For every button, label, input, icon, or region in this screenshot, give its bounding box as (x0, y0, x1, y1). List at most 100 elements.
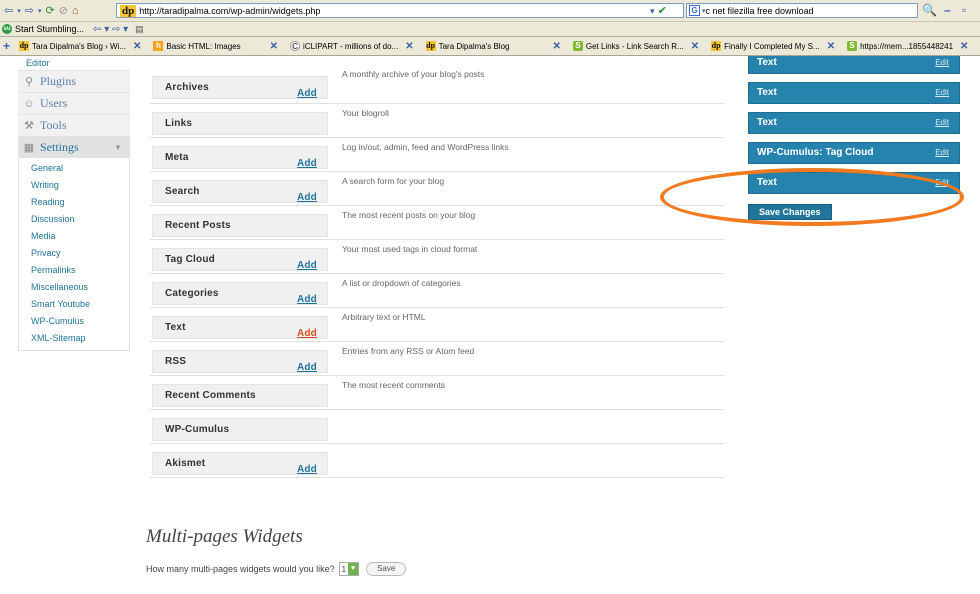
browser-tab[interactable]: S https://mem...1855448241 ✕ (841, 37, 974, 55)
sidebar-item-plugins[interactable]: ⚲ Plugins (18, 70, 130, 92)
select-value: 1 (341, 564, 347, 574)
current-widget-handle[interactable]: Text Edit (748, 112, 960, 134)
edit-widget-link[interactable]: Edit (935, 83, 949, 103)
forward-icon[interactable]: ⇨ (25, 4, 34, 17)
print-icon[interactable]: ▤ (135, 24, 144, 35)
widget-title-text[interactable]: Text Add (152, 316, 328, 339)
go-button[interactable]: ▾ ✔ (650, 4, 667, 17)
current-widget-handle[interactable]: Text Edit (748, 56, 960, 74)
close-icon[interactable]: ✕ (827, 41, 835, 52)
browser-tab[interactable]: S Get Links - Link Search R... ✕ (567, 37, 705, 55)
stop-icon[interactable]: ⊘ (59, 4, 68, 17)
widget-title-text: Tag Cloud (165, 254, 215, 265)
widget-row: Links Your blogroll (150, 104, 724, 138)
sidebar-item-users[interactable]: ☺ Users (18, 92, 130, 114)
add-widget-link[interactable]: Add (297, 289, 317, 310)
reload-icon[interactable]: ⟳ (45, 4, 54, 17)
close-icon[interactable]: ✕ (133, 41, 141, 52)
submenu-item-writing[interactable]: Writing (19, 177, 129, 194)
browser-tab[interactable]: h Basic HTML: Images ✕ (147, 37, 284, 55)
add-widget-link[interactable]: Add (297, 83, 317, 104)
widget-row: Recent Posts The most recent posts on yo… (150, 206, 724, 240)
dropdown-icon[interactable]: ▾ (17, 7, 21, 15)
stumbleupon-icon[interactable]: su (2, 24, 12, 34)
current-widget-handle[interactable]: WP-Cumulus: Tag Cloud Edit (748, 142, 960, 164)
close-icon[interactable]: ✕ (691, 41, 699, 52)
add-widget-link[interactable]: Add (297, 459, 317, 480)
widget-description: Your blogroll (342, 108, 389, 118)
widget-title-archives[interactable]: Archives Add (152, 76, 328, 99)
edit-widget-link[interactable]: Edit (935, 113, 949, 133)
dropdown-icon[interactable]: ▾ (650, 6, 655, 16)
widget-title-text: RSS (165, 356, 187, 367)
submenu-item-permalinks[interactable]: Permalinks (19, 262, 129, 279)
close-icon[interactable]: ✕ (270, 41, 278, 52)
widget-title-search[interactable]: Search Add (152, 180, 328, 203)
current-widget-title: Text (757, 117, 777, 128)
sidebar-item-tools[interactable]: ⚒ Tools (18, 114, 130, 136)
home-icon[interactable]: ⌂ (72, 5, 79, 17)
minimize-icon[interactable]: – (944, 3, 951, 17)
close-icon[interactable]: ✕ (552, 41, 560, 52)
new-tab-button[interactable]: + (0, 39, 13, 53)
dp-favicon-icon: dp (19, 41, 30, 51)
widget-title-tag-cloud[interactable]: Tag Cloud Add (152, 248, 328, 271)
sidebar-item-editor[interactable]: Editor (18, 56, 130, 70)
clipart-favicon-icon: C (290, 41, 301, 51)
checkmark-icon[interactable]: ✔ (658, 5, 667, 17)
address-bar[interactable]: dp http://taradipalma.com/wp-admin/widge… (116, 3, 684, 18)
search-box[interactable]: G ▾ c net filezilla free download (686, 3, 918, 18)
start-stumbling-button[interactable]: Start Stumbling... (15, 24, 84, 34)
edit-widget-link[interactable]: Edit (935, 56, 949, 70)
submenu-item-general[interactable]: General (19, 160, 129, 177)
save-changes-button[interactable]: Save Changes (748, 204, 832, 220)
browser-tab[interactable]: dp Tara Dipalma's Blog › Wi... ✕ (13, 37, 147, 55)
browser-tab[interactable]: dp Finally I Completed My S... ✕ (705, 37, 841, 55)
add-widget-link[interactable]: Add (297, 323, 317, 344)
browser-tab[interactable]: C iCLIPART - millions of do... ✕ (284, 37, 420, 55)
widget-title-recent-posts[interactable]: Recent Posts (152, 214, 328, 237)
add-widget-link[interactable]: Add (297, 255, 317, 276)
settings-icon: ▦ (23, 142, 35, 154)
multi-save-button[interactable]: Save (366, 562, 407, 576)
submenu-item-discussion[interactable]: Discussion (19, 211, 129, 228)
widget-row: Text Add Arbitrary text or HTML (150, 308, 724, 342)
sidebar-item-settings[interactable]: ▦ Settings ▼ (18, 136, 130, 158)
submenu-item-reading[interactable]: Reading (19, 194, 129, 211)
edit-widget-link[interactable]: Edit (935, 173, 949, 193)
add-widget-link[interactable]: Add (297, 153, 317, 174)
submenu-item-privacy[interactable]: Privacy (19, 245, 129, 262)
add-widget-link[interactable]: Add (297, 357, 317, 378)
current-widget-handle[interactable]: Text Edit (748, 82, 960, 104)
widget-title-links[interactable]: Links (152, 112, 328, 135)
widget-title-wp-cumulus[interactable]: WP-Cumulus (152, 418, 328, 441)
edit-widget-link[interactable]: Edit (935, 143, 949, 163)
widget-title-akismet[interactable]: Akismet Add (152, 452, 328, 475)
widget-title-categories[interactable]: Categories Add (152, 282, 328, 305)
submenu-item-wp-cumulus[interactable]: WP-Cumulus (19, 313, 129, 330)
back-icon[interactable]: ⇦ (4, 4, 13, 17)
chevron-down-icon[interactable]: ▼ (348, 563, 359, 575)
submenu-item-miscellaneous[interactable]: Miscellaneous (19, 279, 129, 296)
maximize-icon[interactable]: ▫ (962, 3, 966, 17)
search-input[interactable]: c net filezilla free download (706, 6, 814, 16)
submenu-item-xml-sitemap[interactable]: XML-Sitemap (19, 330, 129, 347)
browser-tab[interactable]: dp Tara Dipalma's Blog ✕ (420, 37, 567, 55)
widget-title-recent-comments[interactable]: Recent Comments (152, 384, 328, 407)
chevron-down-icon[interactable]: ▼ (114, 143, 122, 152)
search-icon[interactable]: 🔍 (922, 3, 937, 17)
multi-pages-count-select[interactable]: 1 ▼ (338, 562, 360, 576)
widget-title-rss[interactable]: RSS Add (152, 350, 328, 373)
submenu-item-media[interactable]: Media (19, 228, 129, 245)
stumble-nav-icons[interactable]: ⇦ ▾ ⇨ ▾ (93, 24, 128, 35)
sidebar-item-label: Tools (40, 118, 67, 132)
add-widget-link[interactable]: Add (297, 187, 317, 208)
widget-description: A list or dropdown of categories (342, 278, 461, 288)
close-icon[interactable]: ✕ (405, 41, 413, 52)
widget-title-meta[interactable]: Meta Add (152, 146, 328, 169)
close-icon[interactable]: ✕ (960, 41, 968, 52)
widget-title-text: Links (165, 118, 193, 129)
dropdown-icon[interactable]: ▾ (38, 7, 42, 15)
submenu-item-smart-youtube[interactable]: Smart Youtube (19, 296, 129, 313)
current-widget-handle[interactable]: Text Edit (748, 172, 960, 194)
